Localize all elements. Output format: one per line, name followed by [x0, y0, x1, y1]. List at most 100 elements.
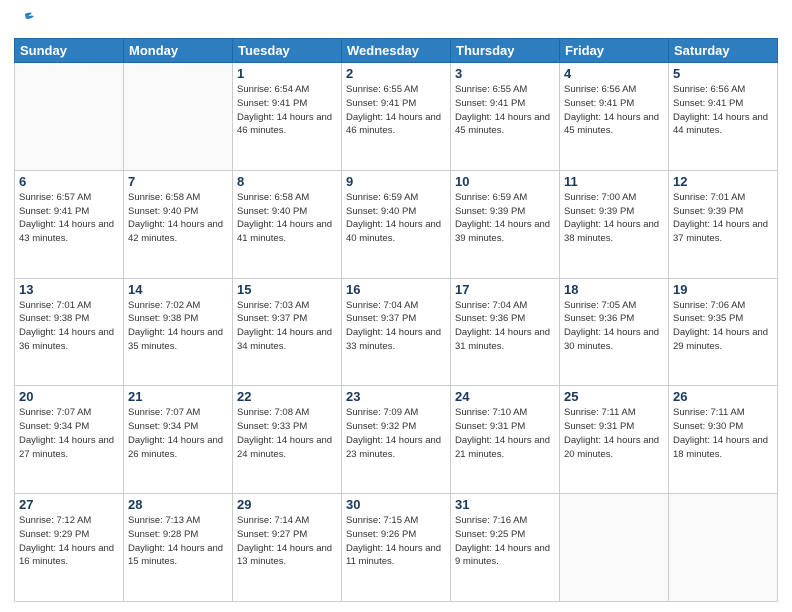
day-info: Sunrise: 6:59 AMSunset: 9:40 PMDaylight:… — [346, 191, 446, 246]
day-info: Sunrise: 6:55 AMSunset: 9:41 PMDaylight:… — [346, 83, 446, 138]
day-info: Sunrise: 6:57 AMSunset: 9:41 PMDaylight:… — [19, 191, 119, 246]
day-number: 2 — [346, 66, 446, 81]
calendar-cell: 8 Sunrise: 6:58 AMSunset: 9:40 PMDaylight… — [233, 170, 342, 278]
page: SundayMondayTuesdayWednesdayThursdayFrid… — [0, 0, 792, 612]
calendar-cell: 24 Sunrise: 7:10 AMSunset: 9:31 PMDayligh… — [451, 386, 560, 494]
day-info: Sunrise: 6:59 AMSunset: 9:39 PMDaylight:… — [455, 191, 555, 246]
day-number: 6 — [19, 174, 119, 189]
calendar-cell: 26 Sunrise: 7:11 AMSunset: 9:30 PMDayligh… — [669, 386, 778, 494]
header — [14, 10, 778, 32]
day-number: 7 — [128, 174, 228, 189]
calendar-header-monday: Monday — [124, 39, 233, 63]
day-info: Sunrise: 7:05 AMSunset: 9:36 PMDaylight:… — [564, 299, 664, 354]
calendar-header-saturday: Saturday — [669, 39, 778, 63]
day-info: Sunrise: 6:58 AMSunset: 9:40 PMDaylight:… — [237, 191, 337, 246]
day-number: 11 — [564, 174, 664, 189]
day-info: Sunrise: 6:56 AMSunset: 9:41 PMDaylight:… — [673, 83, 773, 138]
calendar-header-thursday: Thursday — [451, 39, 560, 63]
day-info: Sunrise: 7:07 AMSunset: 9:34 PMDaylight:… — [128, 406, 228, 461]
calendar-cell — [124, 63, 233, 171]
calendar-cell: 23Sunrise: 7:09 AMSunset: 9:32 PMDayligh… — [342, 386, 451, 494]
calendar-header-row: SundayMondayTuesdayWednesdayThursdayFrid… — [15, 39, 778, 63]
calendar-cell: 30 Sunrise: 7:15 AMSunset: 9:26 PMDayligh… — [342, 494, 451, 602]
calendar-week-2: 6 Sunrise: 6:57 AMSunset: 9:41 PMDaylight… — [15, 170, 778, 278]
calendar-cell: 29Sunrise: 7:14 AMSunset: 9:27 PMDayligh… — [233, 494, 342, 602]
calendar-cell: 25 Sunrise: 7:11 AMSunset: 9:31 PMDayligh… — [560, 386, 669, 494]
calendar-header-tuesday: Tuesday — [233, 39, 342, 63]
day-info: Sunrise: 7:01 AMSunset: 9:39 PMDaylight:… — [673, 191, 773, 246]
day-number: 18 — [564, 282, 664, 297]
calendar-cell: 22 Sunrise: 7:08 AMSunset: 9:33 PMDayligh… — [233, 386, 342, 494]
day-number: 27 — [19, 497, 119, 512]
day-number: 24 — [455, 389, 555, 404]
day-info: Sunrise: 7:03 AMSunset: 9:37 PMDaylight:… — [237, 299, 337, 354]
day-info: Sunrise: 7:10 AMSunset: 9:31 PMDaylight:… — [455, 406, 555, 461]
calendar-cell: 2 Sunrise: 6:55 AMSunset: 9:41 PMDaylight… — [342, 63, 451, 171]
calendar-cell: 13 Sunrise: 7:01 AMSunset: 9:38 PMDayligh… — [15, 278, 124, 386]
day-number: 17 — [455, 282, 555, 297]
calendar-cell: 20Sunrise: 7:07 AMSunset: 9:34 PMDayligh… — [15, 386, 124, 494]
logo-icon — [14, 10, 36, 32]
day-info: Sunrise: 7:11 AMSunset: 9:31 PMDaylight:… — [564, 406, 664, 461]
day-info: Sunrise: 7:13 AMSunset: 9:28 PMDaylight:… — [128, 514, 228, 569]
calendar-cell — [669, 494, 778, 602]
day-number: 31 — [455, 497, 555, 512]
calendar-cell: 14 Sunrise: 7:02 AMSunset: 9:38 PMDayligh… — [124, 278, 233, 386]
day-number: 5 — [673, 66, 773, 81]
calendar-week-4: 20 Sunrise: 7:07 AMSunset: 9:34 PMDayligh… — [15, 386, 778, 494]
day-number: 30 — [346, 497, 446, 512]
day-number: 29 — [237, 497, 337, 512]
day-number: 12 — [673, 174, 773, 189]
day-info: Sunrise: 7:11 AMSunset: 9:30 PMDaylight:… — [673, 406, 773, 461]
calendar-cell: 6 Sunrise: 6:57 AMSunset: 9:41 PMDaylight… — [15, 170, 124, 278]
day-number: 15 — [237, 282, 337, 297]
day-number: 19 — [673, 282, 773, 297]
day-info: Sunrise: 7:04 AMSunset: 9:37 PMDaylight:… — [346, 299, 446, 354]
day-info: Sunrise: 6:56 AMSunset: 9:41 PMDaylight:… — [564, 83, 664, 138]
calendar-cell: 3Sunrise: 6:55 AMSunset: 9:41 PMDaylight… — [451, 63, 560, 171]
calendar-cell: 4 Sunrise: 6:56 AMSunset: 9:41 PMDaylight… — [560, 63, 669, 171]
calendar-cell: 18 Sunrise: 7:05 AMSunset: 9:36 PMDayligh… — [560, 278, 669, 386]
day-info: Sunrise: 7:15 AMSunset: 9:26 PMDaylight:… — [346, 514, 446, 569]
day-number: 3 — [455, 66, 555, 81]
day-number: 21 — [128, 389, 228, 404]
calendar-week-5: 27 Sunrise: 7:12 AMSunset: 9:29 PMDayligh… — [15, 494, 778, 602]
day-number: 25 — [564, 389, 664, 404]
day-number: 22 — [237, 389, 337, 404]
calendar-cell: 1 Sunrise: 6:54 AMSunset: 9:41 PMDaylight… — [233, 63, 342, 171]
calendar-cell: 21 Sunrise: 7:07 AMSunset: 9:34 PMDayligh… — [124, 386, 233, 494]
logo — [14, 10, 38, 32]
calendar-cell: 19Sunrise: 7:06 AMSunset: 9:35 PMDayligh… — [669, 278, 778, 386]
day-number: 14 — [128, 282, 228, 297]
day-number: 4 — [564, 66, 664, 81]
calendar-table: SundayMondayTuesdayWednesdayThursdayFrid… — [14, 38, 778, 602]
day-number: 8 — [237, 174, 337, 189]
calendar-cell — [560, 494, 669, 602]
day-info: Sunrise: 7:09 AMSunset: 9:32 PMDaylight:… — [346, 406, 446, 461]
calendar-cell: 9Sunrise: 6:59 AMSunset: 9:40 PMDaylight… — [342, 170, 451, 278]
day-info: Sunrise: 7:04 AMSunset: 9:36 PMDaylight:… — [455, 299, 555, 354]
calendar-cell: 7 Sunrise: 6:58 AMSunset: 9:40 PMDaylight… — [124, 170, 233, 278]
calendar-cell: 27 Sunrise: 7:12 AMSunset: 9:29 PMDayligh… — [15, 494, 124, 602]
day-info: Sunrise: 7:12 AMSunset: 9:29 PMDaylight:… — [19, 514, 119, 569]
day-info: Sunrise: 7:08 AMSunset: 9:33 PMDaylight:… — [237, 406, 337, 461]
calendar-cell: 5 Sunrise: 6:56 AMSunset: 9:41 PMDaylight… — [669, 63, 778, 171]
calendar-cell: 16 Sunrise: 7:04 AMSunset: 9:37 PMDayligh… — [342, 278, 451, 386]
calendar-cell: 12 Sunrise: 7:01 AMSunset: 9:39 PMDayligh… — [669, 170, 778, 278]
day-info: Sunrise: 7:01 AMSunset: 9:38 PMDaylight:… — [19, 299, 119, 354]
day-number: 13 — [19, 282, 119, 297]
calendar-week-3: 13 Sunrise: 7:01 AMSunset: 9:38 PMDayligh… — [15, 278, 778, 386]
day-number: 1 — [237, 66, 337, 81]
day-number: 20 — [19, 389, 119, 404]
calendar-header-friday: Friday — [560, 39, 669, 63]
calendar-cell: 31Sunrise: 7:16 AMSunset: 9:25 PMDayligh… — [451, 494, 560, 602]
day-info: Sunrise: 6:58 AMSunset: 9:40 PMDaylight:… — [128, 191, 228, 246]
day-info: Sunrise: 6:54 AMSunset: 9:41 PMDaylight:… — [237, 83, 337, 138]
day-number: 26 — [673, 389, 773, 404]
day-number: 16 — [346, 282, 446, 297]
day-info: Sunrise: 7:02 AMSunset: 9:38 PMDaylight:… — [128, 299, 228, 354]
calendar-cell: 17 Sunrise: 7:04 AMSunset: 9:36 PMDayligh… — [451, 278, 560, 386]
calendar-week-1: 1 Sunrise: 6:54 AMSunset: 9:41 PMDaylight… — [15, 63, 778, 171]
day-info: Sunrise: 7:00 AMSunset: 9:39 PMDaylight:… — [564, 191, 664, 246]
calendar-cell: 15 Sunrise: 7:03 AMSunset: 9:37 PMDayligh… — [233, 278, 342, 386]
